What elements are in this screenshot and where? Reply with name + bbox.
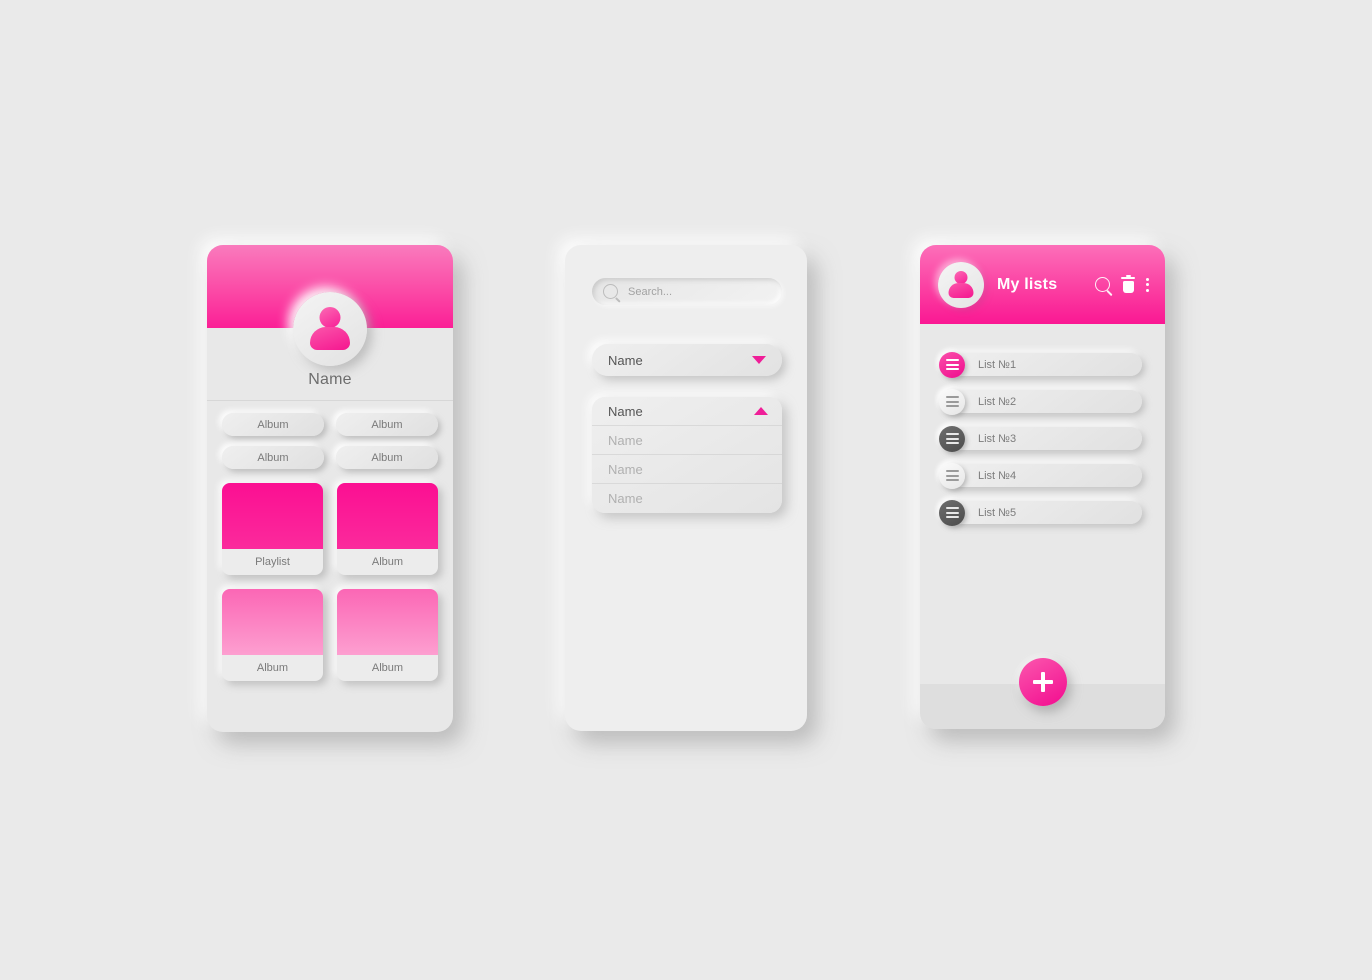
list-item[interactable]: List №5 — [939, 499, 1142, 526]
add-list-button[interactable] — [1018, 658, 1067, 706]
name-select-collapsed[interactable]: Name — [592, 344, 782, 376]
media-card-label: Album — [371, 662, 404, 674]
list-item[interactable]: List №4 — [939, 462, 1142, 489]
select-value: Name — [608, 352, 643, 368]
plus-icon — [1033, 672, 1053, 692]
user-avatar-icon — [945, 268, 978, 301]
media-card-label: Playlist — [255, 556, 290, 568]
media-card[interactable]: Playlist — [222, 483, 323, 575]
album-pill-2[interactable]: Album — [336, 413, 438, 436]
avatar[interactable] — [938, 261, 984, 308]
list-item[interactable]: List №3 — [939, 425, 1142, 452]
page-title: My lists — [997, 275, 1058, 293]
list-lines-icon — [939, 388, 965, 415]
list-lines-icon — [939, 499, 965, 526]
dropdown-option[interactable]: Name — [592, 484, 782, 513]
lists-container: List №1 List №2 List №3 List №4 List №5 — [939, 351, 1142, 526]
dropdown-option-label: Name — [608, 491, 643, 506]
list-item-label: List №1 — [978, 358, 1017, 371]
trash-icon — [1121, 274, 1135, 293]
list-lines-icon — [939, 351, 965, 378]
album-pill-4[interactable]: Album — [336, 446, 438, 469]
user-avatar-icon — [304, 303, 356, 355]
dropdown-option-label: Name — [608, 432, 643, 448]
search-screen: Search... Name Name Name Name Name — [565, 245, 807, 731]
media-thumbnail — [222, 589, 323, 655]
dropdown-selected-label: Name — [608, 403, 643, 419]
dropdown-option[interactable]: Name — [592, 426, 782, 455]
album-pill-1[interactable]: Album — [222, 413, 324, 436]
delete-button[interactable] — [1121, 274, 1135, 293]
dropdown-option[interactable]: Name — [592, 455, 782, 484]
search-icon — [1095, 277, 1110, 292]
media-card[interactable]: Album — [337, 483, 438, 575]
media-thumbnail — [337, 483, 438, 549]
list-item-label: List №5 — [978, 506, 1017, 519]
search-button[interactable] — [1095, 277, 1110, 292]
avatar[interactable] — [293, 292, 367, 366]
search-input[interactable]: Search... — [592, 278, 782, 305]
dropdown-option-label: Name — [608, 461, 643, 477]
kebab-menu-icon — [1146, 277, 1149, 292]
header-divider — [207, 400, 453, 401]
album-pill-3[interactable]: Album — [222, 446, 324, 469]
name-dropdown-expanded: Name Name Name Name — [592, 397, 782, 513]
media-card-grid: Playlist Album Album Album — [222, 483, 438, 681]
media-card-label: Album — [371, 556, 404, 568]
media-thumbnail — [222, 483, 323, 549]
list-item-label: List №4 — [978, 469, 1017, 482]
my-lists-header: My lists — [920, 245, 1165, 324]
media-card[interactable]: Album — [337, 589, 438, 681]
list-item[interactable]: List №2 — [939, 388, 1142, 415]
media-thumbnail — [337, 589, 438, 655]
list-item-label: List №2 — [978, 395, 1017, 408]
media-card-label: Album — [256, 662, 289, 674]
dropdown-selected-row[interactable]: Name — [592, 397, 782, 426]
my-lists-screen: My lists List №1 List №2 List №3 List №4… — [920, 245, 1165, 729]
chevron-down-icon[interactable] — [752, 356, 766, 364]
mockup-canvas: Name Album Album Album Album Playlist Al… — [0, 0, 1372, 980]
profile-name: Name — [308, 371, 352, 388]
header-actions — [1095, 274, 1165, 293]
search-placeholder: Search... — [628, 285, 673, 298]
list-lines-icon — [939, 462, 965, 489]
list-lines-icon — [939, 425, 965, 452]
list-item[interactable]: List №1 — [939, 351, 1142, 378]
profile-screen: Name Album Album Album Album Playlist Al… — [207, 245, 453, 732]
album-pill-grid: Album Album Album Album — [222, 413, 438, 469]
chevron-up-icon[interactable] — [754, 407, 768, 415]
list-item-label: List №3 — [978, 432, 1017, 445]
more-menu-button[interactable] — [1146, 277, 1149, 292]
search-icon — [603, 284, 618, 299]
media-card[interactable]: Album — [222, 589, 323, 681]
